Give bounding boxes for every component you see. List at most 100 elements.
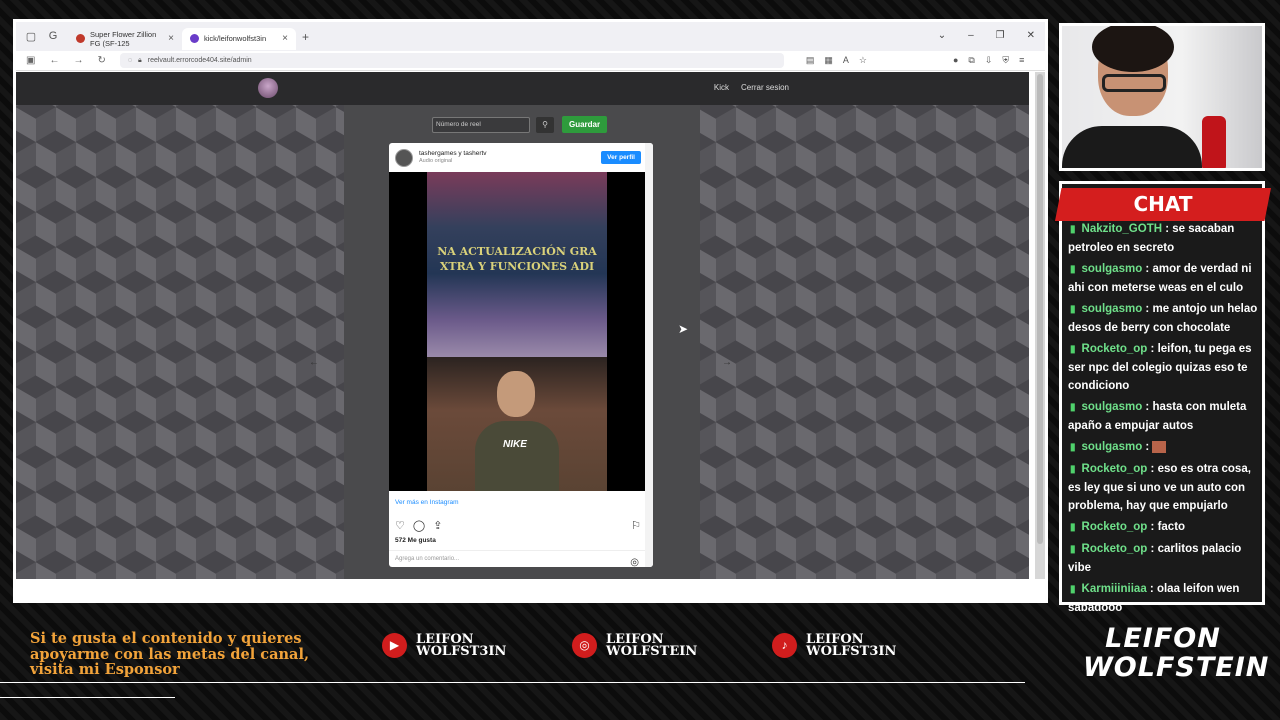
kick-badge-icon: ▮ (1070, 304, 1076, 315)
new-tab-icon[interactable]: + (302, 30, 309, 44)
bookmark-star-icon[interactable]: ☆ (859, 55, 867, 66)
tab-list-icon[interactable]: ⌄ (938, 30, 946, 41)
reel-search-row: Número de reel ⚲ Guardar (432, 116, 608, 133)
body-shape (475, 421, 559, 491)
chat-username[interactable]: Karmiiiniiaa (1082, 583, 1147, 595)
video-caption: NA ACTUALIZACIÓN GRA XTRA Y FUNCIONES AD… (427, 244, 607, 275)
youtube-icon: ▶ (382, 633, 407, 658)
reload-icon[interactable]: ↻ (97, 55, 105, 66)
social-name-line: WOLFSTEIN (606, 643, 698, 659)
nav-logout-link[interactable]: Cerrar sesion (741, 83, 789, 92)
microphone (1202, 116, 1226, 168)
translate-icon[interactable]: A (843, 55, 849, 66)
nav-kick-link[interactable]: Kick (714, 83, 729, 92)
reader-icon[interactable]: ▤ (806, 55, 815, 66)
kick-badge-icon: ▮ (1070, 584, 1076, 595)
ig-video[interactable]: NA ACTUALIZACIÓN GRA XTRA Y FUNCIONES AD… (389, 172, 645, 491)
avatar[interactable] (395, 148, 413, 167)
ig-username[interactable]: tashergames y tashertv (419, 150, 487, 158)
ig-actions: ♡ ◯ ⇪ ⚐ (395, 519, 641, 532)
url-text: reelvault.errorcode404.site/admin (147, 57, 252, 64)
social-name: LEIFON WOLFST3IN (416, 633, 536, 659)
reel-number-input[interactable]: Número de reel (432, 116, 530, 133)
ig-header: tashergames y tashertv Audio original Ve… (389, 143, 653, 172)
channel-logo: LEIFON WOLFSTEIN (1083, 624, 1270, 683)
social-tiktok: ♪ LEIFON WOLFST3IN (772, 633, 926, 658)
chat-username[interactable]: soulgasmo (1082, 401, 1143, 413)
video-caption-line: NA ACTUALIZACIÓN GRA (437, 245, 597, 258)
url-field[interactable]: ◌ 🔒︎ reelvault.errorcode404.site/admin (119, 53, 784, 68)
tab-kick[interactable]: kick/leifonwolfst3in × (182, 27, 296, 50)
chat-message: ▮ Rocketo_op : carlitos palacio vibe (1068, 540, 1260, 577)
chat-username[interactable]: Rocketo_op (1082, 543, 1148, 555)
chat-username[interactable]: soulgasmo (1082, 263, 1143, 275)
streamer-figure: NIKE (475, 371, 559, 491)
site-nav: Kick Cerrar sesion (714, 83, 789, 92)
site-logo[interactable] (258, 78, 278, 98)
chat-text: facto (1157, 521, 1186, 533)
bookmark-icon[interactable]: ⚐ (631, 519, 641, 532)
chat-message: ▮ soulgasmo : hasta con muleta apaño a em… (1068, 398, 1260, 435)
account-icon[interactable]: ● (953, 55, 958, 66)
view-more-link[interactable]: Ver más en Instagram (395, 499, 459, 506)
site-header: Kick Cerrar sesion (16, 72, 1029, 105)
chat-message: ▮ Nakzito_GOTH : se sacaban petroleo en s… (1068, 220, 1260, 257)
share-icon[interactable]: ⇪ (433, 519, 442, 532)
chat-separator: : (1142, 303, 1153, 315)
video-caption-line: XTRA Y FUNCIONES ADI (439, 260, 595, 274)
kick-badge-icon: ▮ (1070, 264, 1076, 275)
minimize-icon[interactable]: – (968, 30, 974, 41)
tab-favicon-icon (190, 34, 199, 43)
embed-scrollbar[interactable] (645, 143, 653, 567)
menu-icon[interactable]: ≡ (1019, 55, 1024, 66)
instagram-logo-icon[interactable]: ◎ (630, 554, 639, 567)
google-icon[interactable]: G (46, 30, 60, 44)
chat-username[interactable]: soulgasmo (1082, 441, 1143, 453)
forward-icon[interactable]: → (73, 55, 83, 66)
close-tab-icon[interactable]: × (168, 33, 174, 44)
view-profile-button[interactable]: Ver perfil (601, 151, 641, 164)
chat-username[interactable]: Rocketo_op (1082, 343, 1148, 355)
prev-arrow-icon[interactable]: ← (309, 357, 319, 368)
tab-label: Super Flower Zillion FG (SF-125 (90, 29, 157, 48)
close-tab-icon[interactable]: × (282, 33, 288, 44)
brand-line: WOLFSTEIN (1083, 652, 1270, 683)
chat-username[interactable]: soulgasmo (1082, 303, 1143, 315)
close-window-icon[interactable]: ✕ (1027, 30, 1035, 41)
address-bar: ▣ ← → ↻ ◌ 🔒︎ reelvault.errorcode404.site… (16, 51, 1045, 71)
heart-icon[interactable]: ♡ (395, 519, 405, 532)
chat-message: ▮ soulgasmo : me antojo un helao desos de… (1068, 300, 1260, 337)
comment-input[interactable]: Agrega un comentario... ◎ (389, 550, 645, 567)
chat-username[interactable]: Rocketo_op (1082, 463, 1148, 475)
comment-icon[interactable]: ◯ (413, 519, 425, 532)
webcam-glasses (1102, 74, 1166, 92)
chat-message: ▮ Karmiiiniiaa : olaa leifon wen sabadooo (1068, 580, 1260, 617)
head-shape (497, 371, 535, 417)
window-controls: ⌄ – ❐ ✕ (938, 30, 1035, 41)
page-scrollbar[interactable] (1035, 72, 1045, 579)
back-icon[interactable]: ← (49, 55, 59, 66)
downloads-icon[interactable]: ⇩ (985, 55, 993, 66)
scroll-thumb[interactable] (1037, 74, 1043, 544)
webcam-body (1062, 126, 1202, 168)
overlay-divider (0, 682, 1025, 683)
chat-username[interactable]: Nakzito_GOTH (1082, 223, 1163, 235)
tab-overview-icon[interactable]: ▢ (24, 30, 38, 44)
next-arrow-icon[interactable]: → (722, 357, 732, 368)
chat-username[interactable]: Rocketo_op (1082, 521, 1148, 533)
extensions-icon[interactable]: ⧉ (968, 55, 974, 66)
kick-badge-icon: ▮ (1070, 402, 1076, 413)
social-name-line: WOLFST3IN (416, 643, 507, 659)
tab-bar: ▢ G Super Flower Zillion FG (SF-125 × ki… (16, 22, 1045, 51)
shield-extension-icon[interactable]: ⛨ (1002, 55, 1009, 66)
search-icon[interactable]: ⚲ (536, 116, 554, 133)
sidebar-icon[interactable]: ▣ (26, 55, 35, 66)
restore-icon[interactable]: ❐ (996, 30, 1005, 41)
screenshot-icon[interactable]: ▦ (824, 55, 833, 66)
tab-label: kick/leifonwolfst3in (204, 34, 267, 43)
save-button[interactable]: Guardar (562, 116, 608, 133)
tab-super-flower[interactable]: Super Flower Zillion FG (SF-125 × (68, 28, 182, 50)
webcam-feed (1059, 23, 1265, 171)
instagram-icon: ◎ (572, 633, 597, 658)
browser-window: ▢ G Super Flower Zillion FG (SF-125 × ki… (13, 19, 1048, 603)
